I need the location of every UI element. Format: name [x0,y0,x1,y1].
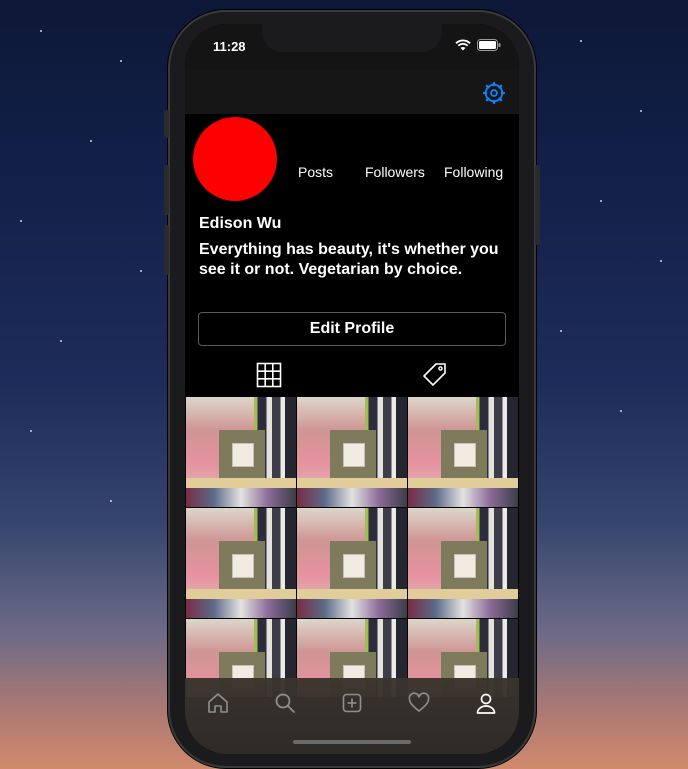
heart-icon[interactable] [408,692,430,714]
following-stat[interactable]: Following [444,164,503,180]
post-thumbnail[interactable] [297,397,407,507]
gear-icon[interactable] [483,82,505,104]
app-screen: 11:28 Posts Followers Following Edison W… [185,24,519,754]
edit-profile-button[interactable]: Edit Profile [198,312,506,346]
home-icon[interactable] [207,692,229,714]
volume-up-button [164,165,169,215]
grid-icon[interactable] [256,362,282,388]
followers-stat[interactable]: Followers [365,164,425,180]
phone-frame: 11:28 Posts Followers Following Edison W… [164,10,540,768]
home-indicator [293,740,411,744]
battery-icon [477,39,501,51]
post-thumbnail[interactable] [408,508,518,618]
posts-stat[interactable]: Posts [298,164,333,180]
profile-bio: Everything has beauty, it's whether you … [199,241,499,278]
post-thumbnail[interactable] [186,508,296,618]
status-time: 11:28 [213,39,246,54]
posts-grid [186,397,519,697]
post-thumbnail[interactable] [186,397,296,507]
add-post-icon[interactable] [341,692,363,714]
post-thumbnail[interactable] [297,508,407,618]
search-icon[interactable] [274,692,296,714]
nav-bar [185,70,519,114]
notch [262,24,442,52]
volume-down-button [164,225,169,275]
wifi-icon [455,39,471,51]
profile-icon[interactable] [475,692,497,714]
profile-name: Edison Wu [199,215,282,232]
avatar[interactable] [193,117,277,201]
post-thumbnail[interactable] [408,397,518,507]
power-button [535,165,540,245]
mute-switch [164,110,169,138]
tag-icon[interactable] [422,362,448,388]
